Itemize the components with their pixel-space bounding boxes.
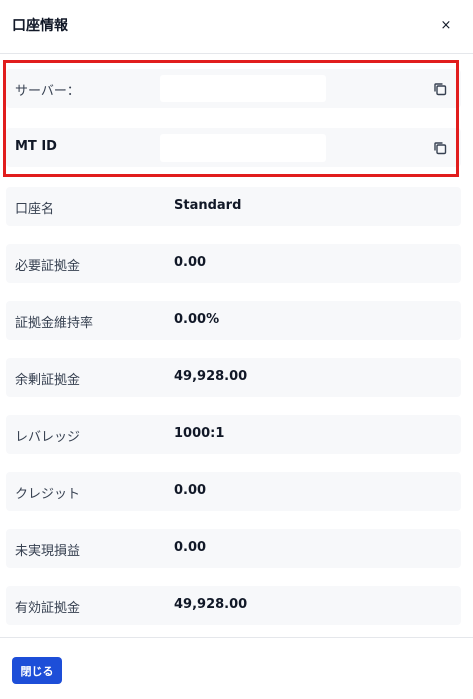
close-button[interactable]: 閉じる — [12, 657, 62, 684]
row-value: 0.00 — [174, 483, 207, 498]
account-row: 未実現損益 0.00 — [6, 529, 461, 568]
row-label: 有効証拠金 — [15, 601, 81, 616]
account-row: 有効証拠金 49,928.00 — [6, 586, 461, 625]
account-row: 必要証拠金 0.00 — [6, 244, 461, 283]
row-label: 必要証拠金 — [15, 259, 81, 274]
row-value: 0.00 — [174, 540, 207, 555]
dialog-footer: 閉じる — [0, 637, 473, 699]
account-row: 証拠金維持率 0.00% — [6, 301, 461, 340]
row-label: 未実現損益 — [15, 544, 81, 559]
account-row: 口座名 Standard — [6, 187, 461, 226]
row-label: レバレッジ — [15, 430, 81, 445]
account-row: レバレッジ 1000:1 — [6, 415, 461, 454]
dialog-header: 口座情報 × — [0, 0, 473, 54]
row-label: 口座名 — [15, 202, 55, 217]
row-label: 証拠金維持率 — [15, 316, 94, 331]
highlight-frame — [3, 60, 459, 177]
row-value: 1000:1 — [174, 426, 225, 441]
account-row: クレジット 0.00 — [6, 472, 461, 511]
dialog-title: 口座情報 — [12, 18, 68, 34]
row-label: 余剰証拠金 — [15, 373, 81, 388]
row-label: クレジット — [15, 487, 81, 502]
account-row: 余剰証拠金 49,928.00 — [6, 358, 461, 397]
row-value: 0.00% — [174, 312, 220, 327]
row-value: Standard — [174, 198, 242, 213]
account-info-dialog: 口座情報 × サーバー： MT ID 口座名 Standard 必要証拠金 0.… — [0, 0, 473, 699]
close-icon[interactable]: × — [436, 15, 456, 35]
row-value: 49,928.00 — [174, 597, 248, 612]
row-value: 0.00 — [174, 255, 207, 270]
row-value: 49,928.00 — [174, 369, 248, 384]
